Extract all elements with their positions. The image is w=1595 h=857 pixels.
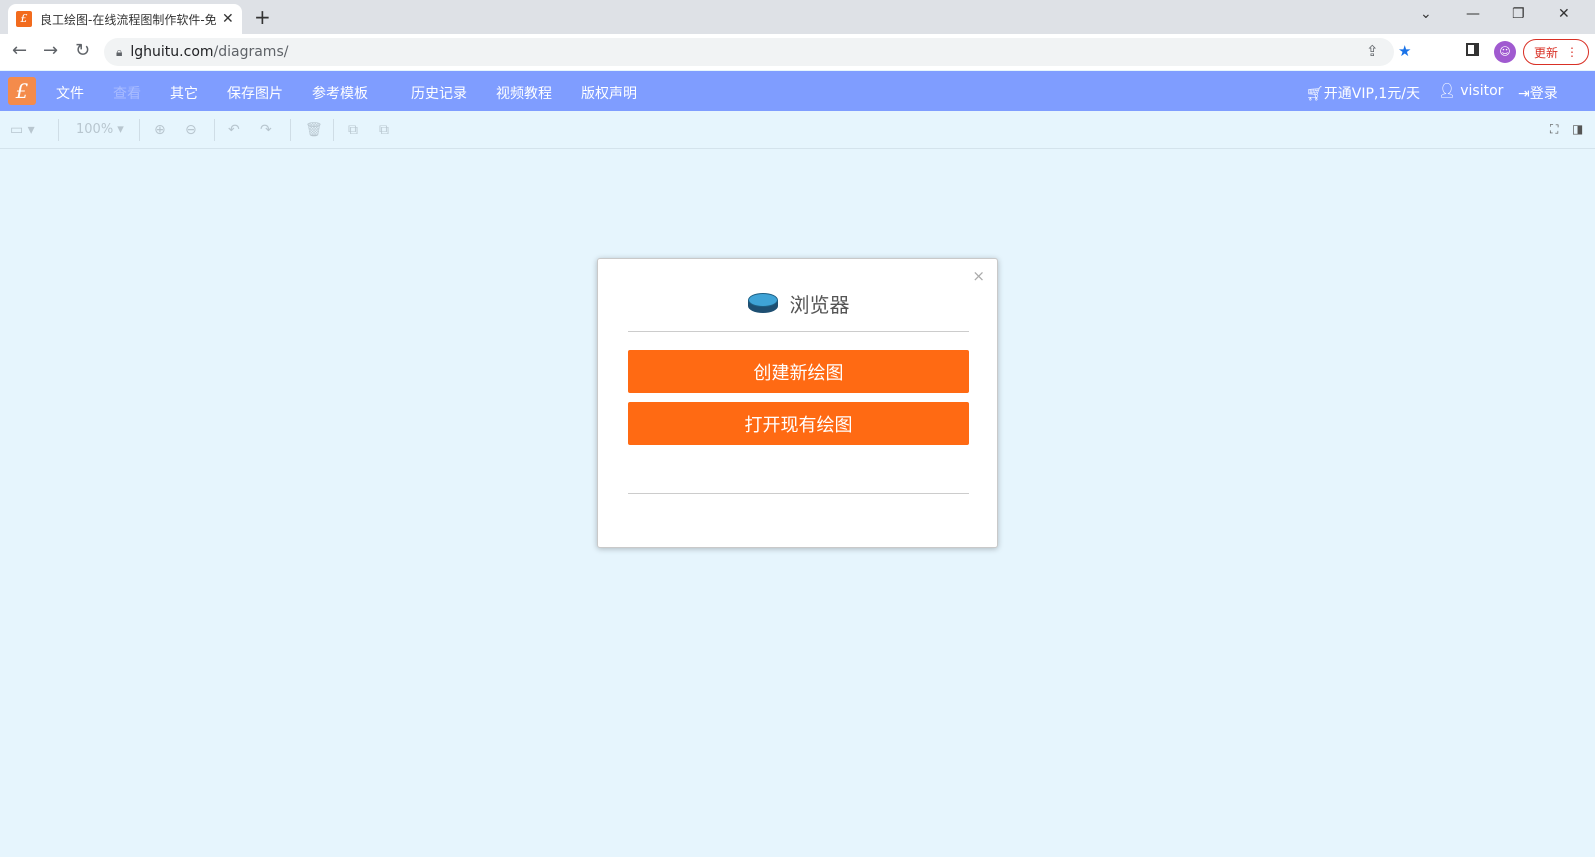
delete-icon[interactable]: 🗑︎ <box>305 122 323 138</box>
login-icon: ⇥ <box>1518 86 1530 102</box>
update-button[interactable]: 更新 ⋮ <box>1523 39 1589 65</box>
forward-arrow-icon[interactable]: → <box>43 40 58 61</box>
format-panel-icon[interactable]: ◨ <box>1572 122 1583 136</box>
browser-toolbar: ← → ↻ 🔒︎ lghuitu.com/diagrams/ ⇪ ★ <box>0 34 1595 70</box>
diagram-toolbar: ▭ ▾ 100% ▾ ⊕ ⊖ ↶ ↷ 🗑︎ ⧉ ⧉ ⛶ ◨ <box>0 111 1595 149</box>
reload-icon[interactable]: ↻ <box>75 40 90 61</box>
user-icon: 👤︎ <box>1438 83 1461 99</box>
menu-history[interactable]: 历史记录 <box>411 83 467 103</box>
storage-dialog: × 浏览器 创建新绘图 打开现有绘图 <box>597 258 998 548</box>
menu-other[interactable]: 其它 <box>170 83 198 103</box>
toolbar-divider <box>333 119 334 141</box>
toolbar-divider <box>290 119 291 141</box>
user-label: visitor <box>1460 83 1504 99</box>
menu-video-tutorial[interactable]: 视频教程 <box>496 83 552 103</box>
fullscreen-icon[interactable]: ⛶ <box>1550 122 1558 137</box>
zoom-value: 100% <box>76 122 114 137</box>
dialog-divider-top <box>628 331 969 332</box>
dialog-title: 浏览器 <box>789 293 850 317</box>
create-new-diagram-button[interactable]: 创建新绘图 <box>628 350 969 393</box>
url-path: /diagrams/ <box>213 44 289 60</box>
toolbar-divider <box>214 119 215 141</box>
to-front-icon[interactable]: ⧉ <box>348 122 358 138</box>
browser-storage-disk-icon <box>747 292 778 315</box>
address-bar[interactable]: 🔒︎ lghuitu.com/diagrams/ ⇪ ★ <box>104 38 1411 66</box>
kebab-menu-icon: ⋮ <box>1566 45 1578 59</box>
menu-view[interactable]: 查看 <box>113 83 141 103</box>
user-link[interactable]: 👤︎ visitor <box>1438 83 1503 99</box>
minimize-icon[interactable]: — <box>1466 6 1480 22</box>
menu-save-image[interactable]: 保存图片 <box>227 83 283 103</box>
browser-tab-strip: £ 良工绘图-在线流程图制作软件-免 ✕ + ⌄ — ❐ ✕ <box>0 0 1595 34</box>
app-menubar: £ 文件 查看 其它 保存图片 参考模板 历史记录 视频教程 版权声明 🛒︎开通… <box>0 71 1595 111</box>
vip-label: 开通VIP,1元/天 <box>1323 86 1421 102</box>
cart-icon: 🛒︎ <box>1306 86 1324 102</box>
menu-file[interactable]: 文件 <box>56 83 84 103</box>
url-host: lghuitu.com <box>130 44 214 60</box>
vip-link[interactable]: 🛒︎开通VIP,1元/天 <box>1306 83 1420 103</box>
app-logo-icon[interactable]: £ <box>8 77 36 105</box>
dialog-close-icon[interactable]: × <box>972 267 985 285</box>
dialog-header: 浏览器 <box>598 289 999 318</box>
zoom-select[interactable]: 100% ▾ <box>76 122 124 137</box>
window-close-icon[interactable]: ✕ <box>1558 6 1570 22</box>
tab-close-icon[interactable]: ✕ <box>222 11 234 27</box>
site-favicon-icon: £ <box>16 11 32 27</box>
redo-icon[interactable]: ↷ <box>260 122 272 138</box>
dialog-divider-bottom <box>628 493 969 494</box>
undo-icon[interactable]: ↶ <box>228 122 240 138</box>
restore-icon[interactable]: ❐ <box>1512 6 1525 22</box>
toolbar-divider <box>58 119 59 141</box>
menu-templates[interactable]: 参考模板 <box>312 83 368 103</box>
tab-search-chevron-icon[interactable]: ⌄ <box>1420 6 1432 22</box>
toolbar-divider <box>139 119 140 141</box>
profile-avatar-icon[interactable]: ☺ <box>1494 41 1516 63</box>
menu-copyright[interactable]: 版权声明 <box>581 83 637 103</box>
share-icon[interactable]: ⇪ <box>1366 42 1379 60</box>
login-label: 登录 <box>1529 86 1558 102</box>
side-panel-icon[interactable] <box>1466 43 1479 56</box>
bookmark-star-icon[interactable]: ★ <box>1398 42 1411 60</box>
browser-tab[interactable]: £ 良工绘图-在线流程图制作软件-免 ✕ <box>8 4 242 34</box>
new-tab-plus-icon[interactable]: + <box>254 5 271 29</box>
lock-icon: 🔒︎ <box>116 44 123 59</box>
zoom-out-icon[interactable]: ⊖ <box>185 122 197 138</box>
update-label: 更新 <box>1533 45 1558 60</box>
to-back-icon[interactable]: ⧉ <box>379 122 389 138</box>
open-existing-diagram-button[interactable]: 打开现有绘图 <box>628 402 969 445</box>
panel-toggle-icon[interactable]: ▭ ▾ <box>10 122 35 138</box>
back-arrow-icon[interactable]: ← <box>12 40 27 61</box>
zoom-in-icon[interactable]: ⊕ <box>154 122 166 138</box>
tab-title: 良工绘图-在线流程图制作软件-免 <box>40 12 216 27</box>
login-link[interactable]: ⇥登录 <box>1518 83 1558 103</box>
